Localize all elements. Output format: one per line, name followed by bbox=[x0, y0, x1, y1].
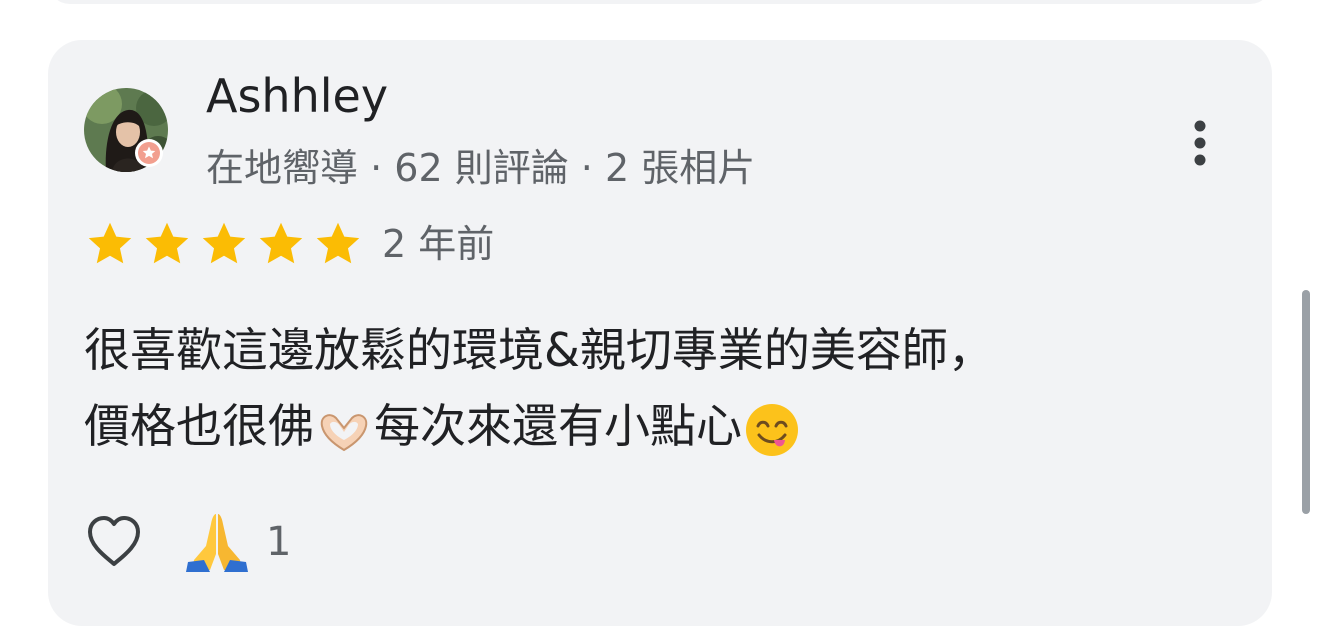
heart-hands-icon bbox=[320, 413, 368, 451]
star-icon bbox=[316, 222, 360, 264]
more-options-icon[interactable] bbox=[1184, 118, 1216, 176]
reviewer-meta: 在地嚮導 · 62 則評論 · 2 張相片 bbox=[206, 140, 755, 196]
star-icon bbox=[145, 222, 189, 264]
meta-separator: · bbox=[568, 146, 605, 190]
reaction-count: 1 bbox=[266, 519, 292, 565]
previous-review-card bbox=[48, 0, 1272, 4]
star-icon bbox=[202, 222, 246, 264]
photo-count: 2 張相片 bbox=[604, 146, 756, 190]
review-count: 62 則評論 bbox=[394, 146, 569, 190]
review-text-segment: 價格也很佛 bbox=[84, 399, 314, 453]
review-text: 很喜歡這邊放鬆的環境&親切專業的美容師， 價格也很佛 每次來還有小點心 bbox=[84, 312, 1224, 464]
reviewer-avatar[interactable] bbox=[84, 88, 168, 172]
folded-hands-icon[interactable] bbox=[184, 510, 250, 574]
scrollbar[interactable] bbox=[1302, 290, 1310, 514]
review-text-segment: 每次來還有小點心 bbox=[374, 399, 742, 453]
review-text-line-1: 很喜歡這邊放鬆的環境&親切專業的美容師， bbox=[84, 323, 994, 377]
meta-separator: · bbox=[358, 146, 395, 190]
star-rating bbox=[84, 218, 364, 270]
review-date: 2 年前 bbox=[382, 222, 495, 266]
face-savoring-food-icon bbox=[746, 403, 798, 456]
reviewer-name[interactable]: Ashhley bbox=[206, 66, 388, 126]
local-guide-label: 在地嚮導 bbox=[206, 146, 359, 190]
review-text-line-2: 價格也很佛 每次來還有小點心 bbox=[84, 388, 1224, 464]
like-heart-icon[interactable] bbox=[84, 512, 144, 572]
star-icon bbox=[259, 222, 303, 264]
local-guide-badge-icon bbox=[135, 139, 163, 167]
star-icon bbox=[88, 222, 132, 264]
